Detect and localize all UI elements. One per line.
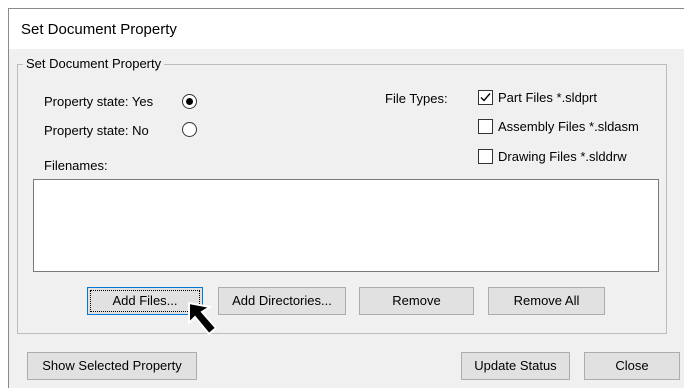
property-state-yes-radio[interactable] [182, 94, 197, 109]
assembly-files-checkbox[interactable] [478, 119, 493, 134]
property-state-no-radio[interactable] [182, 122, 197, 137]
background-strip [0, 0, 685, 5]
add-files-button[interactable]: Add Files... [87, 287, 203, 315]
filenames-listbox[interactable] [33, 179, 659, 272]
part-files-checkbox[interactable] [478, 90, 493, 105]
drawing-files-label: Drawing Files *.slddrw [498, 149, 627, 164]
part-files-label: Part Files *.sldprt [498, 90, 597, 105]
filenames-label: Filenames: [44, 158, 108, 173]
arrow-cursor-icon [188, 301, 218, 336]
radio-selected-dot [186, 98, 193, 105]
close-button[interactable]: Close [584, 352, 680, 380]
show-selected-property-button[interactable]: Show Selected Property [27, 352, 197, 380]
property-state-no-label: Property state: No [44, 123, 149, 138]
add-directories-button[interactable]: Add Directories... [218, 287, 346, 315]
check-icon [480, 93, 491, 102]
assembly-files-label: Assembly Files *.sldasm [498, 119, 639, 134]
file-types-label: File Types: [385, 91, 448, 106]
update-status-button[interactable]: Update Status [461, 352, 570, 380]
property-state-yes-label: Property state: Yes [44, 94, 154, 109]
title-bar: Set Document Property [9, 9, 684, 49]
remove-button[interactable]: Remove [359, 287, 474, 315]
window-title: Set Document Property [21, 21, 177, 38]
remove-all-button[interactable]: Remove All [488, 287, 605, 315]
group-legend: Set Document Property [23, 56, 165, 71]
drawing-files-checkbox[interactable] [478, 149, 493, 164]
